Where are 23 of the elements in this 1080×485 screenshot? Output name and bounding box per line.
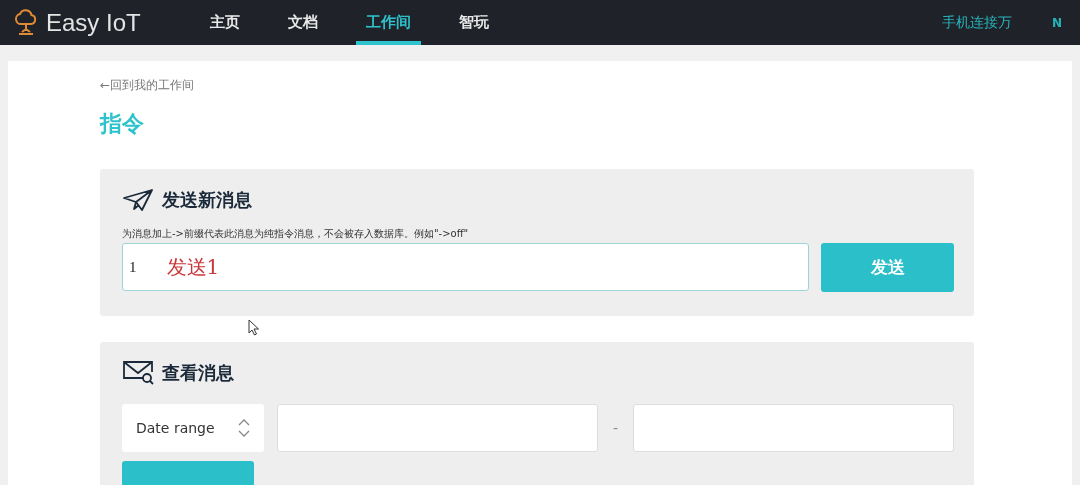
cloud-tree-icon [14, 8, 38, 37]
date-input[interactable] [276, 404, 598, 452]
date-input[interactable] [632, 404, 954, 452]
card-title: 发送新消息 [162, 188, 252, 212]
user-name[interactable]: 手机连接万 [941, 13, 1012, 32]
message-input[interactable]: 1 发送1 [122, 243, 809, 291]
nav-tab[interactable]: 主页 [200, 0, 250, 45]
back-link[interactable]: ←回到我的工作间 [100, 75, 974, 95]
annotation-text: 发送1 [166, 253, 220, 281]
nav-tab[interactable]: 工作间 [356, 0, 421, 45]
envelope-search-icon [122, 360, 154, 386]
logo-text[interactable]: Easy IoT [46, 8, 141, 37]
card-title: 查看消息 [162, 361, 234, 385]
nav-link[interactable]: N [1051, 15, 1062, 30]
mouse-cursor-icon [248, 319, 260, 336]
hint-text: 为消息加上->前缀代表此消息为纯指令消息，不会被存入数据库。例如"->off" [122, 227, 470, 241]
updown-chevron-icon [237, 418, 250, 438]
range-separator: - [612, 420, 618, 436]
date-range-select[interactable]: Date range [122, 404, 264, 452]
nav-tab[interactable]: 智玩 [449, 0, 499, 45]
page-title: 指令 [100, 110, 145, 138]
nav-tab[interactable]: 文档 [278, 0, 328, 45]
paper-plane-icon [122, 188, 154, 212]
